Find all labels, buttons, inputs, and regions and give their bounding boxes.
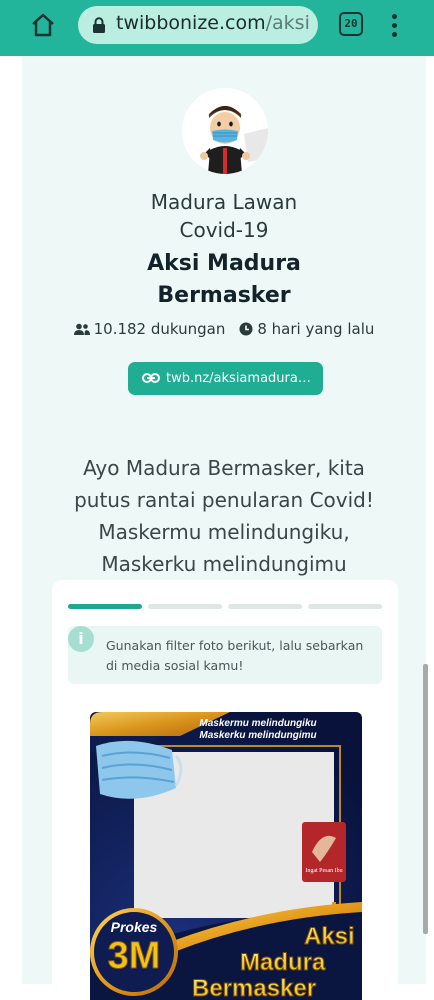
mask-graphic [96, 740, 183, 799]
link-icon [142, 373, 160, 383]
step-4 [308, 604, 382, 609]
campaign-avatar [182, 88, 268, 174]
frame-slogan-1: Maskermu melindungiku [199, 718, 316, 729]
logo-text: Ingat Pesan Ibu [305, 868, 342, 874]
frame-title-2: Madura [240, 949, 326, 976]
community-name[interactable]: Madura Lawan Covid-19 [22, 188, 426, 244]
campaign-page: Madura Lawan Covid-19 Aksi Madura Bermas… [22, 56, 426, 1000]
browser-toolbar: twibbonize.com/aksi 20 [0, 0, 434, 56]
info-icon: i [68, 626, 94, 652]
badge-prokes: Prokes [111, 919, 158, 935]
share-link-button[interactable]: twb.nz/aksiamadura… [128, 362, 323, 395]
url-bar[interactable]: twibbonize.com/aksi [78, 6, 318, 44]
url-text: twibbonize.com/aksi [116, 12, 310, 34]
step-progress [68, 604, 382, 610]
url-path: /aksi [265, 12, 310, 34]
home-icon[interactable] [30, 12, 56, 38]
step-3 [228, 604, 302, 609]
campaign-description: Ayo Madura Bermasker, kita putus rantai … [74, 456, 374, 576]
frame-artwork: Maskermu melindungiku Maskerku melindung… [90, 712, 362, 1000]
menu-icon[interactable] [392, 14, 397, 38]
campaign-title: Aksi Madura Bermasker [147, 251, 301, 308]
frame-title-1: Aksi [304, 923, 355, 950]
twibbon-frame[interactable]: Maskermu melindungiku Maskerku melindung… [90, 712, 362, 1000]
frame-slogan-2: Maskerku melindungimu [199, 730, 316, 741]
prokes-3m-badge: Prokes 3M [90, 908, 178, 996]
campaign-stats: 10.182 dukungan 8 hari yang lalu [22, 320, 426, 338]
info-text: Gunakan filter foto berikut, lalu sebark… [106, 638, 364, 673]
step-1 [68, 604, 142, 609]
supporter-count: 10.182 dukungan [93, 320, 226, 338]
clock-icon [239, 322, 253, 336]
frame-card: i Gunakan filter foto berikut, lalu seba… [52, 580, 398, 1000]
avatar-illustration [182, 88, 268, 174]
tabs-icon[interactable]: 20 [339, 12, 363, 36]
lock-icon [93, 17, 105, 33]
url-domain: twibbonize.com [116, 12, 266, 34]
frame-title-3: Bermasker [192, 975, 316, 1000]
users-icon [73, 323, 90, 335]
ingat-pesan-ibu-logo: Ingat Pesan Ibu [302, 822, 346, 882]
step-2 [148, 604, 222, 609]
share-link-text: twb.nz/aksiamadura… [166, 371, 311, 386]
info-box: i Gunakan filter foto berikut, lalu seba… [68, 626, 382, 684]
badge-3m: 3M [108, 935, 161, 977]
posted-time: 8 hari yang lalu [257, 320, 375, 338]
page-scrollbar-thumb[interactable] [423, 664, 428, 934]
